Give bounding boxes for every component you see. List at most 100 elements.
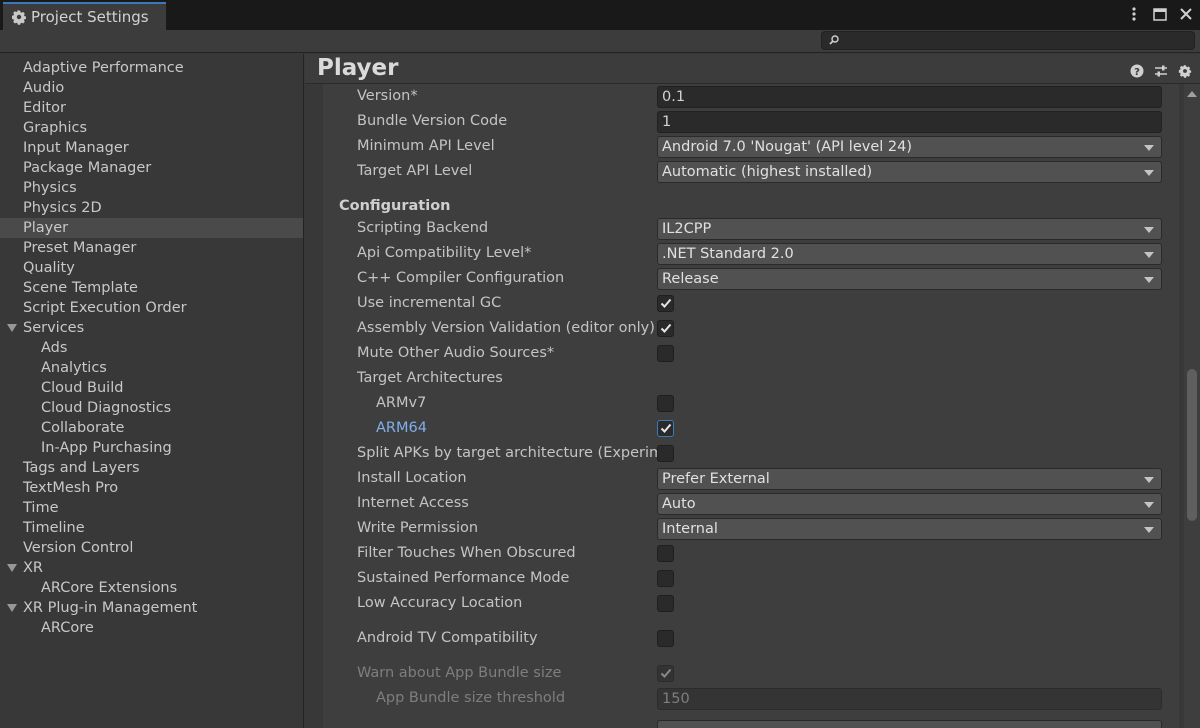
sidebar-item-label: Cloud Build: [41, 380, 124, 396]
sidebar-item[interactable]: Analytics: [0, 358, 303, 378]
expand-arrow-icon[interactable]: [7, 604, 17, 612]
project-settings-tab[interactable]: Project Settings: [3, 2, 166, 30]
armv7-row: ARMv7: [357, 393, 1167, 415]
sidebar-item-label: ARCore: [41, 620, 94, 636]
sidebar-item[interactable]: Tags and Layers: [0, 458, 303, 478]
version-label: Version*: [357, 88, 418, 104]
scripting-backend-dropdown[interactable]: IL2CPP: [657, 218, 1162, 240]
more-options-icon[interactable]: [1126, 5, 1142, 23]
cpp-compiler-dropdown[interactable]: Release: [657, 268, 1162, 290]
dropdown-value: Android 7.0 'Nougat' (API level 24): [662, 139, 913, 155]
help-icon[interactable]: ?: [1129, 63, 1145, 79]
sidebar-item[interactable]: Cloud Diagnostics: [0, 398, 303, 418]
sidebar-item[interactable]: Cloud Build: [0, 378, 303, 398]
scroll-up-icon[interactable]: [1187, 91, 1197, 97]
target-api-dropdown[interactable]: Automatic (highest installed): [657, 161, 1162, 183]
arm64-row: ARM64: [357, 418, 1167, 440]
scroll-thumb[interactable]: [1187, 369, 1197, 521]
version-field[interactable]: 0.1: [657, 86, 1162, 108]
sidebar-item-label: TextMesh Pro: [23, 480, 119, 496]
sidebar-item-label: XR: [23, 560, 44, 576]
arm64-label: ARM64: [376, 420, 427, 436]
internet-access-row: Internet Access Auto: [357, 493, 1167, 515]
page-title: Player: [317, 55, 399, 81]
split-apks-label: Split APKs by target architecture (Exper…: [357, 445, 657, 461]
filter-touches-checkbox[interactable]: [657, 545, 674, 562]
sidebar-item[interactable]: Services: [0, 318, 303, 338]
sidebar-item[interactable]: Collaborate: [0, 418, 303, 438]
incremental-gc-label: Use incremental GC: [357, 295, 502, 311]
internet-access-dropdown[interactable]: Auto: [657, 493, 1162, 515]
mute-audio-checkbox[interactable]: [657, 345, 674, 362]
sidebar-item[interactable]: Graphics: [0, 118, 303, 138]
bundle-version-code-label: Bundle Version Code: [357, 113, 508, 129]
next-row-partial: [357, 720, 1167, 728]
vertical-scrollbar[interactable]: [1184, 84, 1200, 728]
install-location-dropdown[interactable]: Prefer External: [657, 468, 1162, 490]
low-accuracy-checkbox[interactable]: [657, 595, 674, 612]
panel-header: Player ?: [305, 54, 1200, 84]
sidebar-item[interactable]: Scene Template: [0, 278, 303, 298]
sidebar-item[interactable]: ARCore: [0, 618, 303, 638]
sustained-perf-checkbox[interactable]: [657, 570, 674, 587]
dropdown-value: Internal: [662, 521, 718, 537]
api-compat-dropdown[interactable]: .NET Standard 2.0: [657, 243, 1162, 265]
min-api-dropdown[interactable]: Android 7.0 'Nougat' (API level 24): [657, 136, 1162, 158]
sidebar-item[interactable]: Version Control: [0, 538, 303, 558]
low-accuracy-label: Low Accuracy Location: [357, 595, 523, 611]
sidebar-item[interactable]: Ads: [0, 338, 303, 358]
close-icon[interactable]: [1178, 5, 1194, 23]
sidebar-item[interactable]: TextMesh Pro: [0, 478, 303, 498]
scripting-backend-row: Scripting Backend IL2CPP: [357, 218, 1167, 240]
sidebar-item-label: Player: [23, 220, 69, 236]
split-apks-checkbox[interactable]: [657, 445, 674, 462]
incremental-gc-row: Use incremental GC: [357, 293, 1167, 315]
sidebar-item[interactable]: ARCore Extensions: [0, 578, 303, 598]
maximize-icon[interactable]: [1152, 5, 1168, 23]
sidebar-item[interactable]: XR Plug-in Management: [0, 598, 303, 618]
arm64-checkbox[interactable]: [657, 420, 674, 437]
sidebar-item[interactable]: Adaptive Performance: [0, 58, 303, 78]
sidebar-item[interactable]: Preset Manager: [0, 238, 303, 258]
sidebar-item[interactable]: Package Manager: [0, 158, 303, 178]
android-tv-checkbox[interactable]: [657, 630, 674, 647]
sidebar-item[interactable]: Physics: [0, 178, 303, 198]
search-input[interactable]: [821, 31, 1195, 50]
sidebar-item-label: Services: [23, 320, 85, 336]
partial-dropdown[interactable]: [657, 720, 1162, 728]
sidebar-item[interactable]: Input Manager: [0, 138, 303, 158]
preset-icon[interactable]: [1153, 63, 1169, 79]
dropdown-value: Prefer External: [662, 471, 770, 487]
warn-bundle-label: Warn about App Bundle size: [357, 665, 562, 681]
sidebar-item[interactable]: Player: [0, 218, 303, 238]
settings-content: Version* 0.1 Bundle Version Code 1 Minim…: [323, 84, 1179, 728]
expand-arrow-icon[interactable]: [7, 324, 17, 332]
sidebar-item-label: Ads: [41, 340, 68, 356]
chevron-down-icon: [1144, 252, 1154, 258]
settings-gear-icon[interactable]: [1177, 63, 1193, 79]
sidebar-item[interactable]: Script Execution Order: [0, 298, 303, 318]
sidebar-item[interactable]: Quality: [0, 258, 303, 278]
sidebar-item[interactable]: Audio: [0, 78, 303, 98]
write-permission-dropdown[interactable]: Internal: [657, 518, 1162, 540]
configuration-header: Configuration: [339, 198, 451, 214]
sidebar-item[interactable]: XR: [0, 558, 303, 578]
sidebar-item[interactable]: In-App Purchasing: [0, 438, 303, 458]
incremental-gc-checkbox[interactable]: [657, 295, 674, 312]
settings-sidebar: Adaptive Performance Audio Editor Graphics I…: [0, 54, 304, 728]
armv7-checkbox[interactable]: [657, 395, 674, 412]
sidebar-item[interactable]: Editor: [0, 98, 303, 118]
sidebar-item[interactable]: Time: [0, 498, 303, 518]
chevron-down-icon: [1144, 502, 1154, 508]
sidebar-item[interactable]: Timeline: [0, 518, 303, 538]
low-accuracy-row: Low Accuracy Location: [357, 593, 1167, 615]
filter-touches-label: Filter Touches When Obscured: [357, 545, 576, 561]
sidebar-item-label: Version Control: [23, 540, 134, 556]
sidebar-item[interactable]: Physics 2D: [0, 198, 303, 218]
bundle-version-code-field[interactable]: 1: [657, 111, 1162, 133]
assembly-validation-checkbox[interactable]: [657, 320, 674, 337]
expand-arrow-icon[interactable]: [7, 564, 17, 572]
sidebar-item-label: Input Manager: [23, 140, 129, 156]
sidebar-item-label: Editor: [23, 100, 66, 116]
bundle-threshold-row: App Bundle size threshold 150: [357, 688, 1167, 710]
